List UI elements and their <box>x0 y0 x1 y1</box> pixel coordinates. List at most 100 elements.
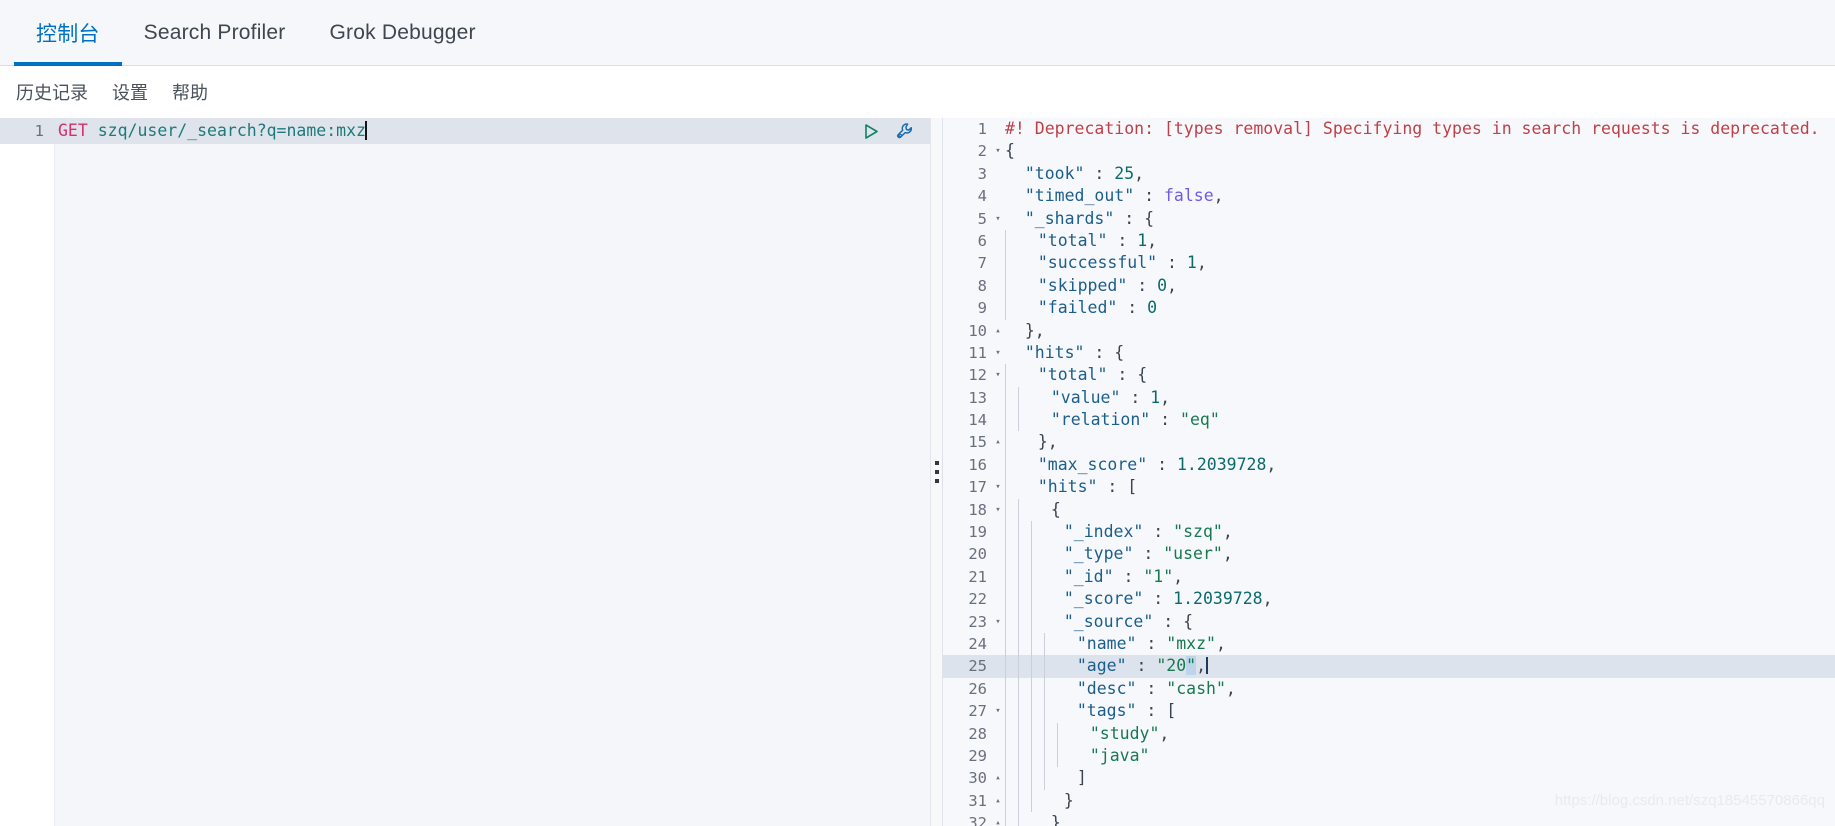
json-space <box>1044 544 1064 563</box>
response-viewer-lines[interactable]: 1 #! Deprecation: [types removal] Specify… <box>943 118 1835 826</box>
json-space <box>1005 343 1025 362</box>
response-line-text: { <box>1005 140 1835 162</box>
response-line[interactable]: 16 "max_score" : 1.2039728, <box>943 453 1835 477</box>
menu-item-help[interactable]: 帮助 <box>172 79 208 105</box>
json-key: "successful" <box>1037 253 1158 273</box>
response-line[interactable]: 12 ▾ "total" : { <box>943 364 1835 387</box>
fold-toggle-icon[interactable]: ▴ <box>991 767 1005 789</box>
indent-guide <box>1044 700 1057 723</box>
response-line[interactable]: 4 "timed_out" : false, <box>943 185 1835 207</box>
json-space <box>1044 612 1064 631</box>
indent-guide <box>1005 498 1018 522</box>
indent-guide <box>1005 767 1018 790</box>
json-number: 1 <box>1150 387 1161 407</box>
response-line-text: #! Deprecation: [types removal] Specifyi… <box>1005 118 1835 140</box>
response-line[interactable]: 10 ▴ }, <box>943 320 1835 342</box>
fold-toggle-icon[interactable]: ▴ <box>991 812 1005 826</box>
response-line[interactable]: 24 "name" : "mxz", <box>943 632 1835 656</box>
json-string: "szq" <box>1173 522 1223 542</box>
json-key: "_score" <box>1063 589 1144 609</box>
fold-toggle-icon[interactable]: ▾ <box>991 208 1005 230</box>
response-line[interactable]: 18 ▾ { <box>943 498 1835 522</box>
fold-toggle-icon[interactable]: ▴ <box>991 790 1005 812</box>
response-line[interactable]: 11 ▾ "hits" : { <box>943 342 1835 364</box>
response-line[interactable]: 5 ▾ "_shards" : { <box>943 208 1835 230</box>
menu-item-history[interactable]: 历史记录 <box>16 79 88 105</box>
indent-guide <box>1005 565 1018 589</box>
fold-toggle-icon[interactable]: ▾ <box>991 611 1005 633</box>
response-line[interactable]: 3 "took" : 25, <box>943 163 1835 185</box>
fold-toggle-icon[interactable]: ▴ <box>991 320 1005 342</box>
pane-splitter[interactable] <box>931 118 943 826</box>
json-punctuation: : <box>1107 365 1138 385</box>
response-line[interactable]: 32 ▴ } <box>943 812 1835 826</box>
indent-guide <box>1018 610 1031 633</box>
indent-guide <box>1005 386 1018 410</box>
response-line[interactable]: 1 #! Deprecation: [types removal] Specify… <box>943 118 1835 140</box>
response-line[interactable]: 15 ▴ }, <box>943 431 1835 454</box>
response-viewer-pane[interactable]: 1 #! Deprecation: [types removal] Specify… <box>943 118 1835 826</box>
json-key: "tags" <box>1076 701 1137 721</box>
json-punctuation: , <box>1196 253 1207 273</box>
response-line[interactable]: 29 "java" <box>943 744 1835 768</box>
fold-toggle-icon[interactable]: ▴ <box>991 431 1005 453</box>
indent-guide <box>1005 812 1018 826</box>
indent-guide <box>1005 789 1018 813</box>
json-number: 1 <box>1137 230 1148 250</box>
response-line[interactable]: 21 "_id" : "1", <box>943 565 1835 589</box>
fold-toggle-icon[interactable]: ▾ <box>991 476 1005 498</box>
watermark-text: https://blog.csdn.net/szq18545570866qq <box>1554 791 1825 809</box>
menu-item-settings[interactable]: 设置 <box>112 79 148 105</box>
indent-guide <box>1018 722 1031 745</box>
response-line[interactable]: 28 "study", <box>943 722 1835 745</box>
response-line[interactable]: 7 "successful" : 1, <box>943 252 1835 275</box>
response-line[interactable]: 25 "age" : "20", <box>943 655 1835 678</box>
response-line[interactable]: 17 ▾ "hits" : [ <box>943 476 1835 499</box>
response-line[interactable]: 6 "total" : 1, <box>943 229 1835 253</box>
request-editor-pane[interactable]: 1 GET szq/user/_search?q=name:mxz <box>0 118 931 826</box>
response-line[interactable]: 23 ▾ "_source" : { <box>943 610 1835 633</box>
response-line[interactable]: 30 ▴ ] <box>943 767 1835 790</box>
response-line-text: "name" : "mxz", <box>1005 632 1835 656</box>
json-punctuation: , <box>1167 275 1177 295</box>
fold-toggle-icon[interactable]: ▾ <box>991 342 1005 364</box>
response-line[interactable]: 14 "relation" : "eq" <box>943 409 1835 432</box>
response-line[interactable]: 20 "_type" : "user", <box>943 543 1835 566</box>
indent-guide <box>1031 677 1044 701</box>
json-punctuation: : <box>1120 387 1151 407</box>
json-space <box>1018 432 1038 451</box>
json-punctuation: , <box>1215 633 1226 653</box>
response-line[interactable]: 26 "desc" : "cash", <box>943 677 1835 701</box>
response-line[interactable]: 27 ▾ "tags" : [ <box>943 700 1835 723</box>
wrench-icon[interactable] <box>895 121 916 142</box>
json-number: 1.2039728 <box>1176 454 1267 474</box>
request-line[interactable]: 1 GET szq/user/_search?q=name:mxz <box>0 118 930 144</box>
json-key: "_id" <box>1063 566 1114 586</box>
fold-toggle-icon[interactable]: ▾ <box>991 140 1005 162</box>
response-line[interactable]: 8 "skipped" : 0, <box>943 274 1835 298</box>
json-key: "name" <box>1076 633 1137 653</box>
response-line[interactable]: 13 "value" : 1, <box>943 386 1835 410</box>
response-line-text: "_score" : 1.2039728, <box>1005 588 1835 611</box>
request-line-text[interactable]: GET szq/user/_search?q=name:mxz <box>48 118 930 144</box>
response-line-text: "value" : 1, <box>1005 386 1835 410</box>
response-line[interactable]: 19 "_index" : "szq", <box>943 521 1835 544</box>
play-icon[interactable] <box>862 122 881 141</box>
tab-search-profiler[interactable]: Search Profiler <box>122 0 308 65</box>
response-line[interactable]: 22 "_score" : 1.2039728, <box>943 588 1835 611</box>
tab-grok-debugger[interactable]: Grok Debugger <box>308 0 498 65</box>
indent-guide <box>1005 453 1018 477</box>
http-method: GET <box>58 121 88 140</box>
response-line[interactable]: 9 "failed" : 0 <box>943 297 1835 320</box>
json-string: "java" <box>1089 745 1150 765</box>
fold-toggle-icon[interactable]: ▾ <box>991 700 1005 722</box>
request-editor-lines[interactable]: 1 GET szq/user/_search?q=name:mxz <box>0 118 930 144</box>
line-number: 21 <box>968 567 987 586</box>
response-line[interactable]: 2 ▾{ <box>943 140 1835 162</box>
line-number: 3 <box>977 164 987 183</box>
tab-console[interactable]: 控制台 <box>14 0 122 66</box>
fold-toggle-icon[interactable]: ▾ <box>991 364 1005 386</box>
fold-toggle-icon[interactable]: ▾ <box>991 499 1005 521</box>
indent-guide <box>1044 677 1057 701</box>
json-space <box>1018 298 1038 317</box>
